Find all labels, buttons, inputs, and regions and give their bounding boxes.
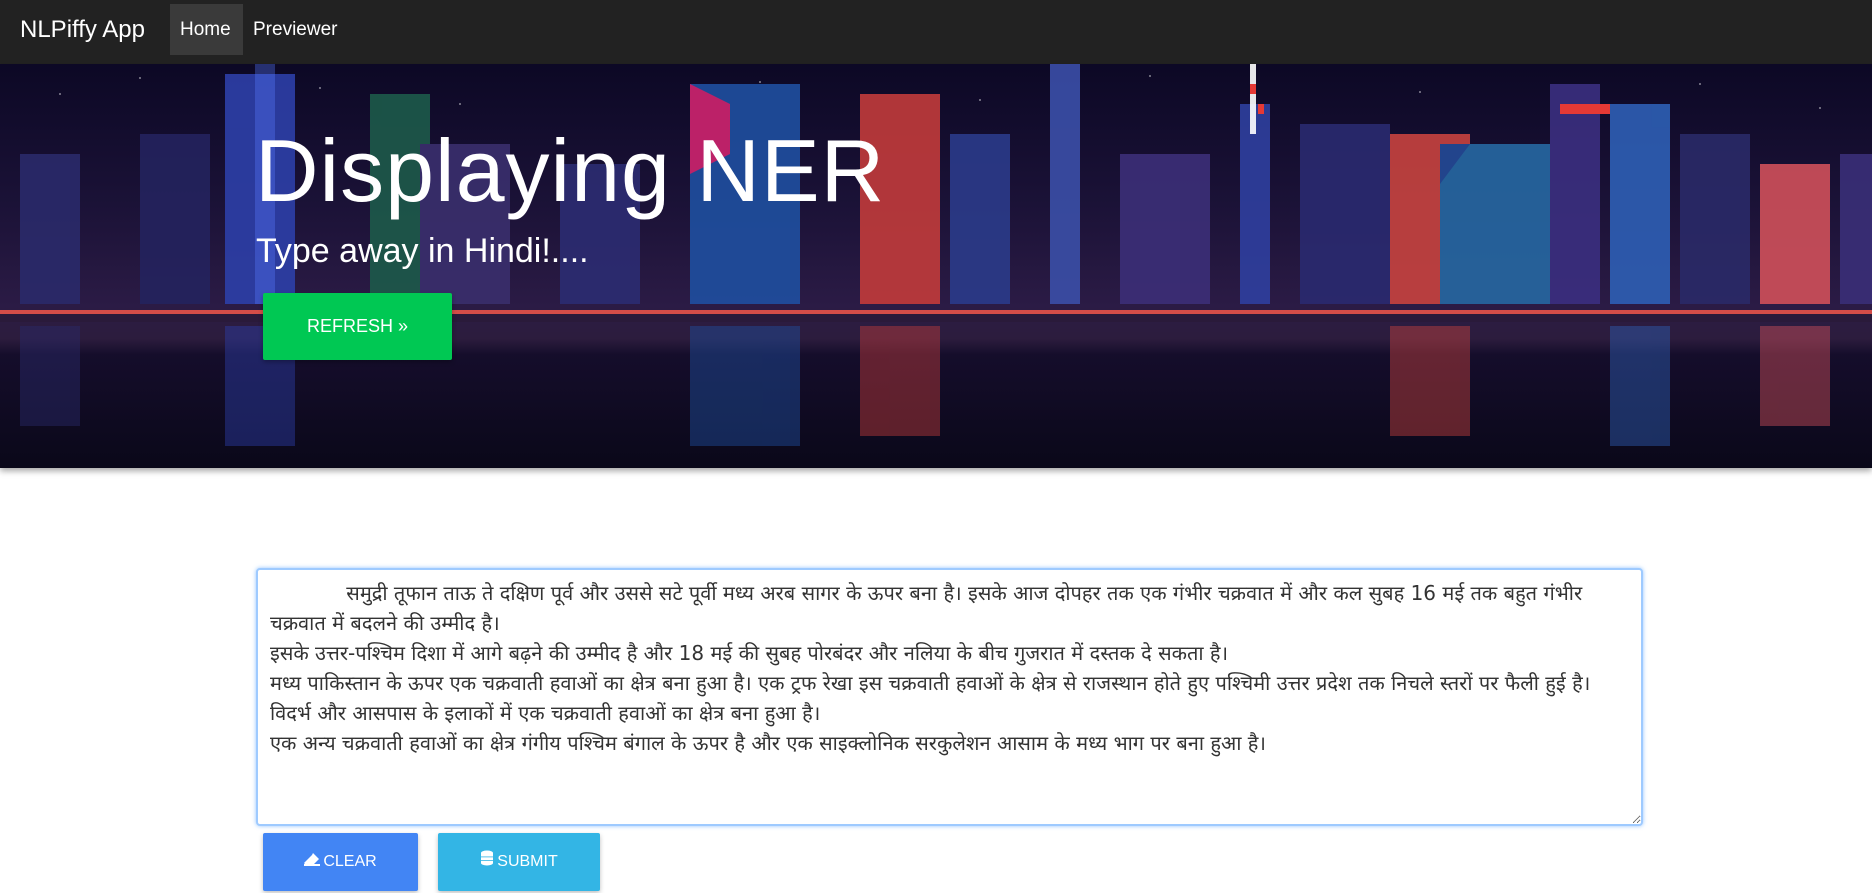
hero-subtitle: Type away in Hindi!.... — [256, 232, 589, 270]
database-icon — [480, 833, 494, 891]
submit-label: SUBMIT — [497, 853, 558, 870]
clear-label: CLEAR — [323, 853, 377, 870]
submit-button[interactable]: SUBMIT — [438, 833, 600, 891]
eraser-icon — [304, 833, 321, 891]
text-editor-container — [256, 568, 1643, 826]
hero-banner: Displaying NER Type away in Hindi!.... R… — [0, 64, 1872, 468]
hero-title: Displaying NER — [255, 121, 886, 220]
clear-button[interactable]: CLEAR — [263, 833, 418, 891]
nav-item-home[interactable]: Home — [170, 4, 243, 55]
refresh-button[interactable]: REFRESH » — [263, 293, 452, 360]
top-navbar: NLPiffy App Home Previewer — [0, 0, 1872, 64]
hindi-text-input[interactable] — [258, 570, 1641, 824]
nav-item-previewer[interactable]: Previewer — [243, 4, 347, 55]
app-brand[interactable]: NLPiffy App — [20, 0, 145, 60]
